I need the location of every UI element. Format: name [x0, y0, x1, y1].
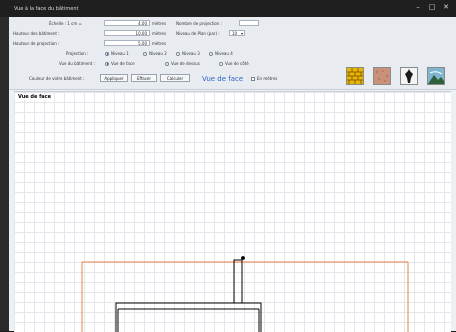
title-bar: Vue à la face du bâtiment – □ ✕ — [0, 0, 456, 17]
echelle-input[interactable]: 4.00 — [104, 20, 150, 26]
echelle-unit: mètres — [152, 21, 167, 26]
radio-icon — [143, 51, 147, 56]
minimize-button[interactable]: – — [414, 3, 422, 11]
niveau-vue-select[interactable]: 10 ▾ — [229, 30, 245, 36]
view-title: Vue de face — [202, 75, 244, 83]
effacer-button[interactable]: Effacer — [131, 74, 157, 82]
vase-icon[interactable] — [400, 67, 418, 85]
nombre-projection-label: Nombre de projection : — [176, 21, 223, 26]
hauteur-projection-label: Hauteur de projection : — [13, 41, 60, 46]
projection-outline — [81, 261, 409, 332]
radio-icon — [165, 61, 169, 66]
chevron-down-icon: ▾ — [240, 31, 243, 36]
appliquer-button[interactable]: Appliquer — [100, 74, 128, 82]
projection-option-3[interactable]: Niveau 3 — [176, 51, 200, 56]
calculer-button[interactable]: Calculer — [160, 74, 190, 82]
projection-option-2[interactable]: Niveau 2 — [143, 51, 167, 56]
vue-option-cote[interactable]: Vue de côté — [219, 61, 249, 66]
radio-icon — [209, 51, 213, 56]
vue-batiment-label: Vue du bâtiment : — [59, 61, 95, 66]
settings-panel: Échelle : 1 cm = 4.00 mètres Nombre de p… — [9, 17, 456, 90]
vue-option-face[interactable]: Vue de face — [105, 61, 135, 66]
window-title: Vue à la face du bâtiment — [14, 6, 79, 12]
hauteur-batiment-input[interactable]: 10.00 — [104, 30, 150, 36]
projection-option-4[interactable]: Niveau 4 — [209, 51, 233, 56]
window-controls: – □ ✕ — [414, 3, 450, 11]
building-shape — [115, 256, 262, 332]
hauteur-projection-input[interactable]: 5.00 — [104, 40, 150, 46]
niveau-vue-label: Niveau de Plan (par) : — [176, 31, 220, 36]
stone-texture-icon[interactable] — [373, 67, 391, 85]
en-metres-checkbox[interactable]: En mètres — [251, 76, 277, 81]
checkbox-icon — [251, 76, 255, 81]
hauteur-batiment-label: Hauteur des bâtiment : — [13, 31, 60, 36]
close-button[interactable]: ✕ — [442, 3, 450, 11]
couleur-label: Couleur de votre bâtiment : — [29, 76, 85, 81]
building-drawing — [81, 256, 409, 332]
niveau-vue-value: 10 — [232, 31, 238, 36]
radio-selected-icon — [105, 51, 109, 56]
radio-icon — [176, 51, 180, 56]
vue-option-dessus[interactable]: Vue de dessus — [165, 61, 200, 66]
drawing-canvas[interactable]: Vue de face — [14, 91, 451, 332]
radio-icon — [219, 61, 223, 66]
client-area: Échelle : 1 cm = 4.00 mètres Nombre de p… — [9, 17, 456, 332]
nombre-projection-input[interactable] — [239, 20, 259, 26]
landscape-icon[interactable] — [427, 67, 445, 85]
radio-selected-icon — [105, 61, 109, 66]
hauteur-batiment-unit: mètres — [152, 31, 167, 36]
brick-texture-icon[interactable] — [346, 67, 364, 85]
projection-label: Projection : — [66, 51, 89, 56]
maximize-button[interactable]: □ — [428, 3, 436, 11]
projection-option-1[interactable]: Niveau 1 — [105, 51, 129, 56]
app-window: Vue à la face du bâtiment – □ ✕ Échelle … — [0, 0, 456, 332]
echelle-label: Échelle : 1 cm = — [49, 21, 82, 26]
hauteur-projection-unit: mètres — [152, 41, 167, 46]
